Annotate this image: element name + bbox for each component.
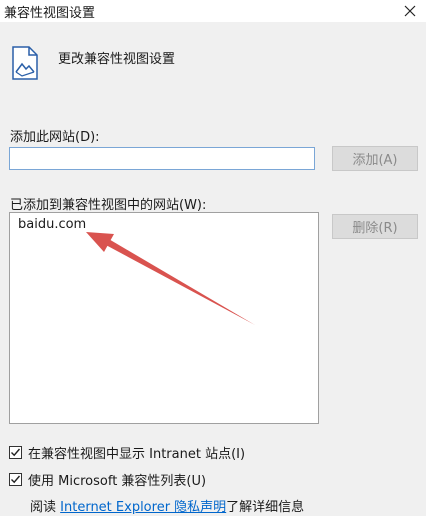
ms-list-option[interactable]: 使用 Microsoft 兼容性列表(U) <box>9 470 206 489</box>
intranet-label: 在兼容性视图中显示 Intranet 站点(I) <box>28 447 246 462</box>
header-title: 更改兼容性视图设置 <box>58 52 176 67</box>
title-bar: 兼容性视图设置 <box>0 0 426 22</box>
footer-suffix: 了解详细信息 <box>226 500 305 515</box>
add-site-input[interactable] <box>9 147 315 170</box>
site-list-label: 已添加到兼容性视图中的网站(W): <box>10 198 207 213</box>
checkmark-icon <box>11 448 21 457</box>
list-item[interactable]: baidu.com <box>18 217 86 232</box>
close-button[interactable] <box>394 0 426 22</box>
intranet-checkbox[interactable] <box>9 446 22 459</box>
footer-text: 阅读 Internet Explorer 隐私声明了解详细信息 <box>30 496 304 515</box>
privacy-link[interactable]: Internet Explorer 隐私声明 <box>60 500 226 515</box>
site-list[interactable]: baidu.com <box>9 212 319 424</box>
ms-list-label: 使用 Microsoft 兼容性列表(U) <box>28 474 207 489</box>
document-picture-icon <box>12 46 38 80</box>
intranet-option[interactable]: 在兼容性视图中显示 Intranet 站点(I) <box>9 443 245 462</box>
checkmark-icon <box>11 475 21 484</box>
remove-button[interactable]: 删除(R) <box>332 214 418 239</box>
add-site-label: 添加此网站(D): <box>10 130 100 145</box>
close-icon <box>404 5 416 17</box>
footer-prefix: 阅读 <box>30 500 57 515</box>
add-button[interactable]: 添加(A) <box>332 146 418 171</box>
window-title: 兼容性视图设置 <box>4 6 96 21</box>
ms-list-checkbox[interactable] <box>9 473 22 486</box>
